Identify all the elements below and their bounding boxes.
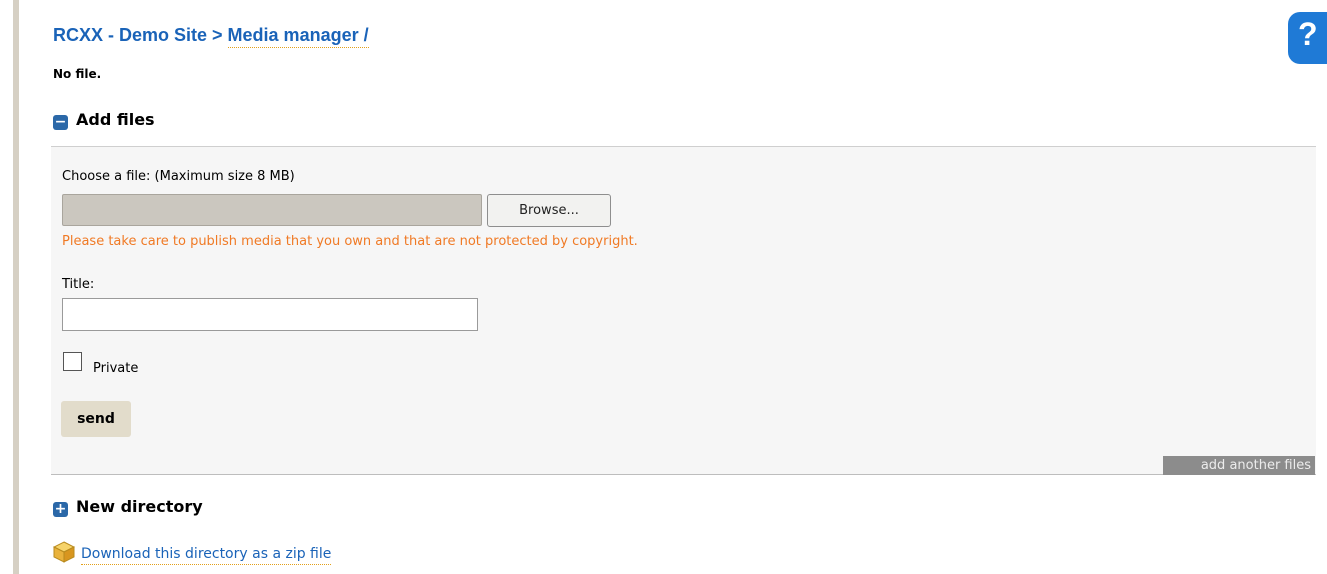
breadcrumb-media-manager-link[interactable]: Media manager / (227, 25, 369, 48)
copyright-warning: Please take care to publish media that y… (62, 234, 638, 249)
browse-button[interactable]: Browse... (487, 194, 611, 227)
question-mark-icon: ? (1298, 16, 1318, 52)
add-files-toggle[interactable]: − Add files (53, 110, 155, 130)
new-directory-toggle[interactable]: + New directory (53, 497, 203, 517)
file-path-field[interactable] (62, 194, 482, 226)
add-files-panel: Choose a file: (Maximum size 8 MB) Brows… (51, 146, 1316, 475)
private-label: Private (93, 361, 139, 376)
plus-square-icon: + (53, 501, 68, 517)
choose-file-label: Choose a file: (Maximum size 8 MB) (62, 169, 295, 184)
left-border (13, 0, 19, 574)
minus-square-icon: − (53, 114, 68, 130)
send-button[interactable]: send (61, 401, 131, 437)
title-label: Title: (62, 277, 95, 292)
download-zip-link[interactable]: Download this directory as a zip file (53, 541, 332, 565)
title-input[interactable] (62, 298, 478, 331)
download-zip-label: Download this directory as a zip file (81, 546, 332, 565)
breadcrumb-site: RCXX - Demo Site (53, 25, 208, 45)
private-checkbox[interactable] (63, 352, 82, 371)
box-icon (53, 541, 75, 563)
help-button[interactable]: ? (1288, 12, 1327, 64)
add-files-heading: Add files (76, 110, 155, 129)
new-directory-heading: New directory (76, 497, 203, 516)
breadcrumb-separator: > (207, 25, 228, 45)
add-another-files-button[interactable]: add another files (1163, 456, 1315, 475)
breadcrumb: RCXX - Demo Site > Media manager / (53, 25, 369, 48)
status-text: No file. (53, 67, 102, 81)
